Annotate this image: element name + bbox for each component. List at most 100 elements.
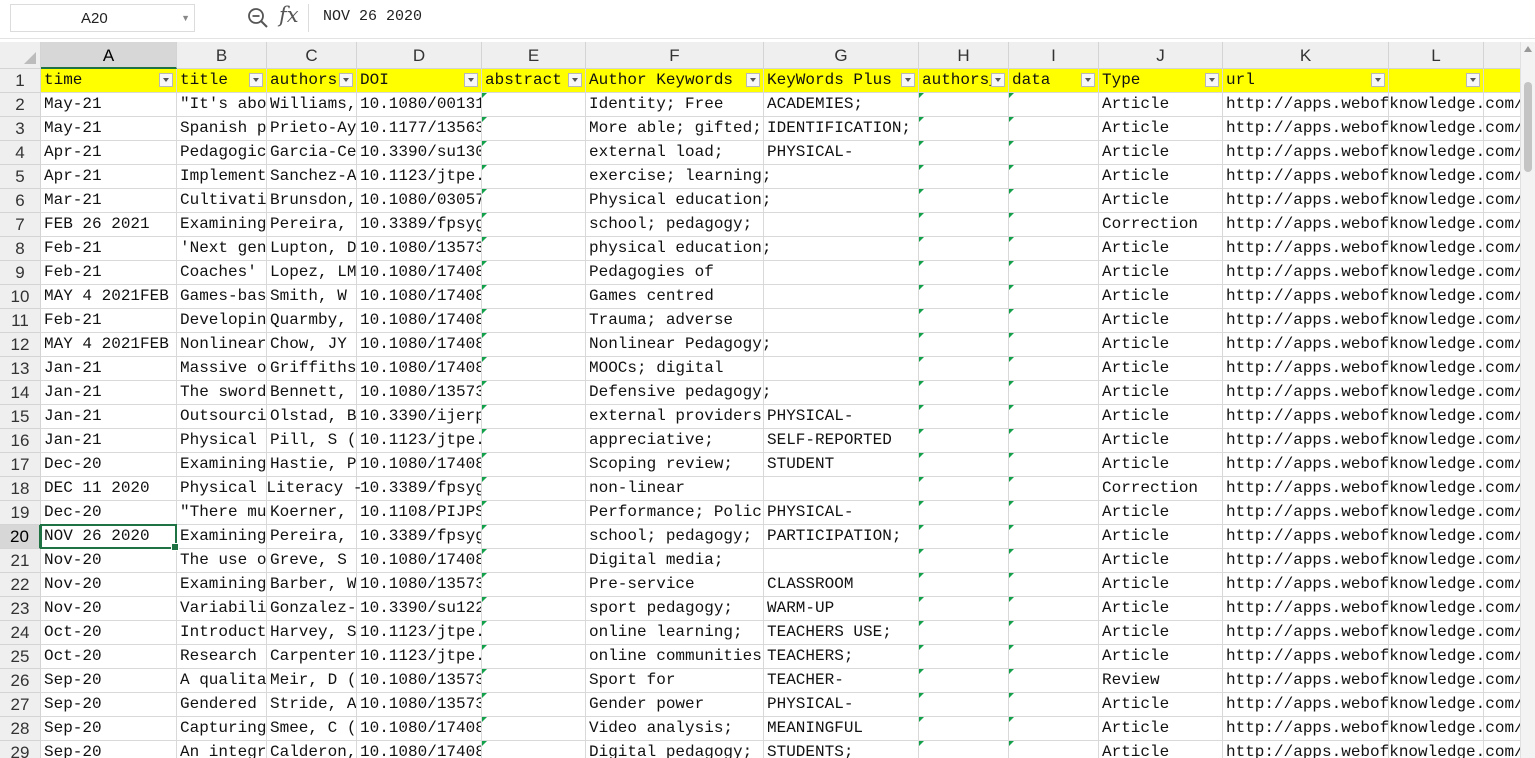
cell-F10[interactable]: Games centred: [586, 285, 764, 309]
cell-E8[interactable]: [482, 237, 586, 261]
cell-G15[interactable]: PHYSICAL-: [764, 405, 919, 429]
cell-D27[interactable]: 10.1080/13573: [357, 693, 482, 717]
cell-J23[interactable]: Article: [1099, 597, 1223, 621]
cell-J18[interactable]: Correction: [1099, 477, 1223, 501]
cell-J3[interactable]: Article: [1099, 117, 1223, 141]
cell-C24[interactable]: Harvey, S: [267, 621, 357, 645]
row-header-2[interactable]: 2: [0, 93, 41, 117]
cell-E17[interactable]: [482, 453, 586, 477]
cell-G22[interactable]: CLASSROOM: [764, 573, 919, 597]
column-header-G[interactable]: G: [764, 42, 919, 69]
header-cell-L[interactable]: [1389, 69, 1484, 93]
row-header-3[interactable]: 3: [0, 117, 41, 141]
row-header-29[interactable]: 29: [0, 741, 41, 758]
cell-I9[interactable]: [1009, 261, 1099, 285]
cell-D15[interactable]: 10.3390/ijerp: [357, 405, 482, 429]
cell-B13[interactable]: Massive op: [177, 357, 267, 381]
row-header-6[interactable]: 6: [0, 189, 41, 213]
cell-K25[interactable]: http://apps.webofknowledge.com/fu: [1223, 645, 1520, 669]
cell-G29[interactable]: STUDENTS;: [764, 741, 919, 758]
column-header-K[interactable]: K: [1223, 42, 1389, 69]
zoom-icon[interactable]: [247, 7, 269, 29]
cell-C9[interactable]: Lopez, LMC: [267, 261, 357, 285]
cell-B22[interactable]: Examining: [177, 573, 267, 597]
cell-B20[interactable]: Examining: [177, 525, 267, 549]
cell-H14[interactable]: [919, 381, 1009, 405]
filter-dropdown-icon[interactable]: [339, 73, 353, 87]
cell-E9[interactable]: [482, 261, 586, 285]
cell-C17[interactable]: Hastie, PA: [267, 453, 357, 477]
row-header-20[interactable]: 20: [0, 525, 41, 549]
cell-D13[interactable]: 10.1080/17408: [357, 357, 482, 381]
cell-G24[interactable]: TEACHERS USE;: [764, 621, 919, 645]
cell-I24[interactable]: [1009, 621, 1099, 645]
cell-E28[interactable]: [482, 717, 586, 741]
filter-dropdown-icon[interactable]: [249, 73, 263, 87]
cell-D18[interactable]: 10.3389/fpsyg: [357, 477, 482, 501]
cell-K9[interactable]: http://apps.webofknowledge.com/fu: [1223, 261, 1520, 285]
cell-D29[interactable]: 10.1080/17408: [357, 741, 482, 758]
cell-C3[interactable]: Prieto-Ayu: [267, 117, 357, 141]
cell-J11[interactable]: Article: [1099, 309, 1223, 333]
cell-D10[interactable]: 10.1080/17408: [357, 285, 482, 309]
filter-dropdown-icon[interactable]: [1081, 73, 1095, 87]
cell-A20[interactable]: NOV 26 2020: [41, 525, 177, 549]
cell-F2[interactable]: Identity; Free: [586, 93, 764, 117]
cell-G14[interactable]: [764, 381, 919, 405]
cell-C13[interactable]: Griffiths,: [267, 357, 357, 381]
cell-B26[interactable]: A qualitat: [177, 669, 267, 693]
cell-H3[interactable]: [919, 117, 1009, 141]
cell-B29[interactable]: An integra: [177, 741, 267, 758]
row-header-27[interactable]: 27: [0, 693, 41, 717]
row-header-8[interactable]: 8: [0, 237, 41, 261]
cell-K27[interactable]: http://apps.webofknowledge.com/fu: [1223, 693, 1520, 717]
cell-A12[interactable]: MAY 4 2021FEB: [41, 333, 177, 357]
cell-C12[interactable]: Chow, JY (: [267, 333, 357, 357]
cell-F17[interactable]: Scoping review;: [586, 453, 764, 477]
cell-J8[interactable]: Article: [1099, 237, 1223, 261]
cell-H26[interactable]: [919, 669, 1009, 693]
cell-F6[interactable]: Physical education;: [586, 189, 771, 213]
cell-B27[interactable]: Gendered p: [177, 693, 267, 717]
cell-D16[interactable]: 10.1123/jtpe.: [357, 429, 482, 453]
select-all-corner[interactable]: [0, 42, 41, 69]
cell-E5[interactable]: [482, 165, 586, 189]
header-cell-D[interactable]: DOI: [357, 69, 482, 93]
cell-K21[interactable]: http://apps.webofknowledge.com/fu: [1223, 549, 1520, 573]
cell-F21[interactable]: Digital media;: [586, 549, 764, 573]
cell-A23[interactable]: Nov-20: [41, 597, 177, 621]
cell-A24[interactable]: Oct-20: [41, 621, 177, 645]
scrollbar-thumb[interactable]: [1524, 82, 1532, 172]
cell-F5[interactable]: exercise; learning;: [586, 165, 771, 189]
header-cell-J[interactable]: Type: [1099, 69, 1223, 93]
cell-J4[interactable]: Article: [1099, 141, 1223, 165]
cell-J24[interactable]: Article: [1099, 621, 1223, 645]
cell-B17[interactable]: Examining: [177, 453, 267, 477]
column-header-F[interactable]: F: [586, 42, 764, 69]
row-header-21[interactable]: 21: [0, 549, 41, 573]
cell-A13[interactable]: Jan-21: [41, 357, 177, 381]
cell-D22[interactable]: 10.1080/13573: [357, 573, 482, 597]
cell-I25[interactable]: [1009, 645, 1099, 669]
row-header-1[interactable]: 1: [0, 69, 41, 93]
cell-D2[interactable]: 10.1080/00131: [357, 93, 482, 117]
cell-C26[interactable]: Meir, D (M: [267, 669, 357, 693]
cell-F29[interactable]: Digital pedagogy;: [586, 741, 764, 758]
cell-F9[interactable]: Pedagogies of: [586, 261, 764, 285]
cell-I12[interactable]: [1009, 333, 1099, 357]
cell-K7[interactable]: http://apps.webofknowledge.com/fu: [1223, 213, 1520, 237]
row-header-16[interactable]: 16: [0, 429, 41, 453]
cell-G19[interactable]: PHYSICAL-: [764, 501, 919, 525]
cell-A19[interactable]: Dec-20: [41, 501, 177, 525]
cell-B25[interactable]: Research F: [177, 645, 267, 669]
cell-J2[interactable]: Article: [1099, 93, 1223, 117]
cell-A18[interactable]: DEC 11 2020: [41, 477, 177, 501]
cell-E29[interactable]: [482, 741, 586, 758]
cell-H7[interactable]: [919, 213, 1009, 237]
cell-B14[interactable]: The sword: [177, 381, 267, 405]
row-header-19[interactable]: 19: [0, 501, 41, 525]
cell-B9[interactable]: Coaches' p: [177, 261, 267, 285]
cell-G17[interactable]: STUDENT: [764, 453, 919, 477]
cell-F7[interactable]: school; pedagogy;: [586, 213, 764, 237]
cell-H10[interactable]: [919, 285, 1009, 309]
